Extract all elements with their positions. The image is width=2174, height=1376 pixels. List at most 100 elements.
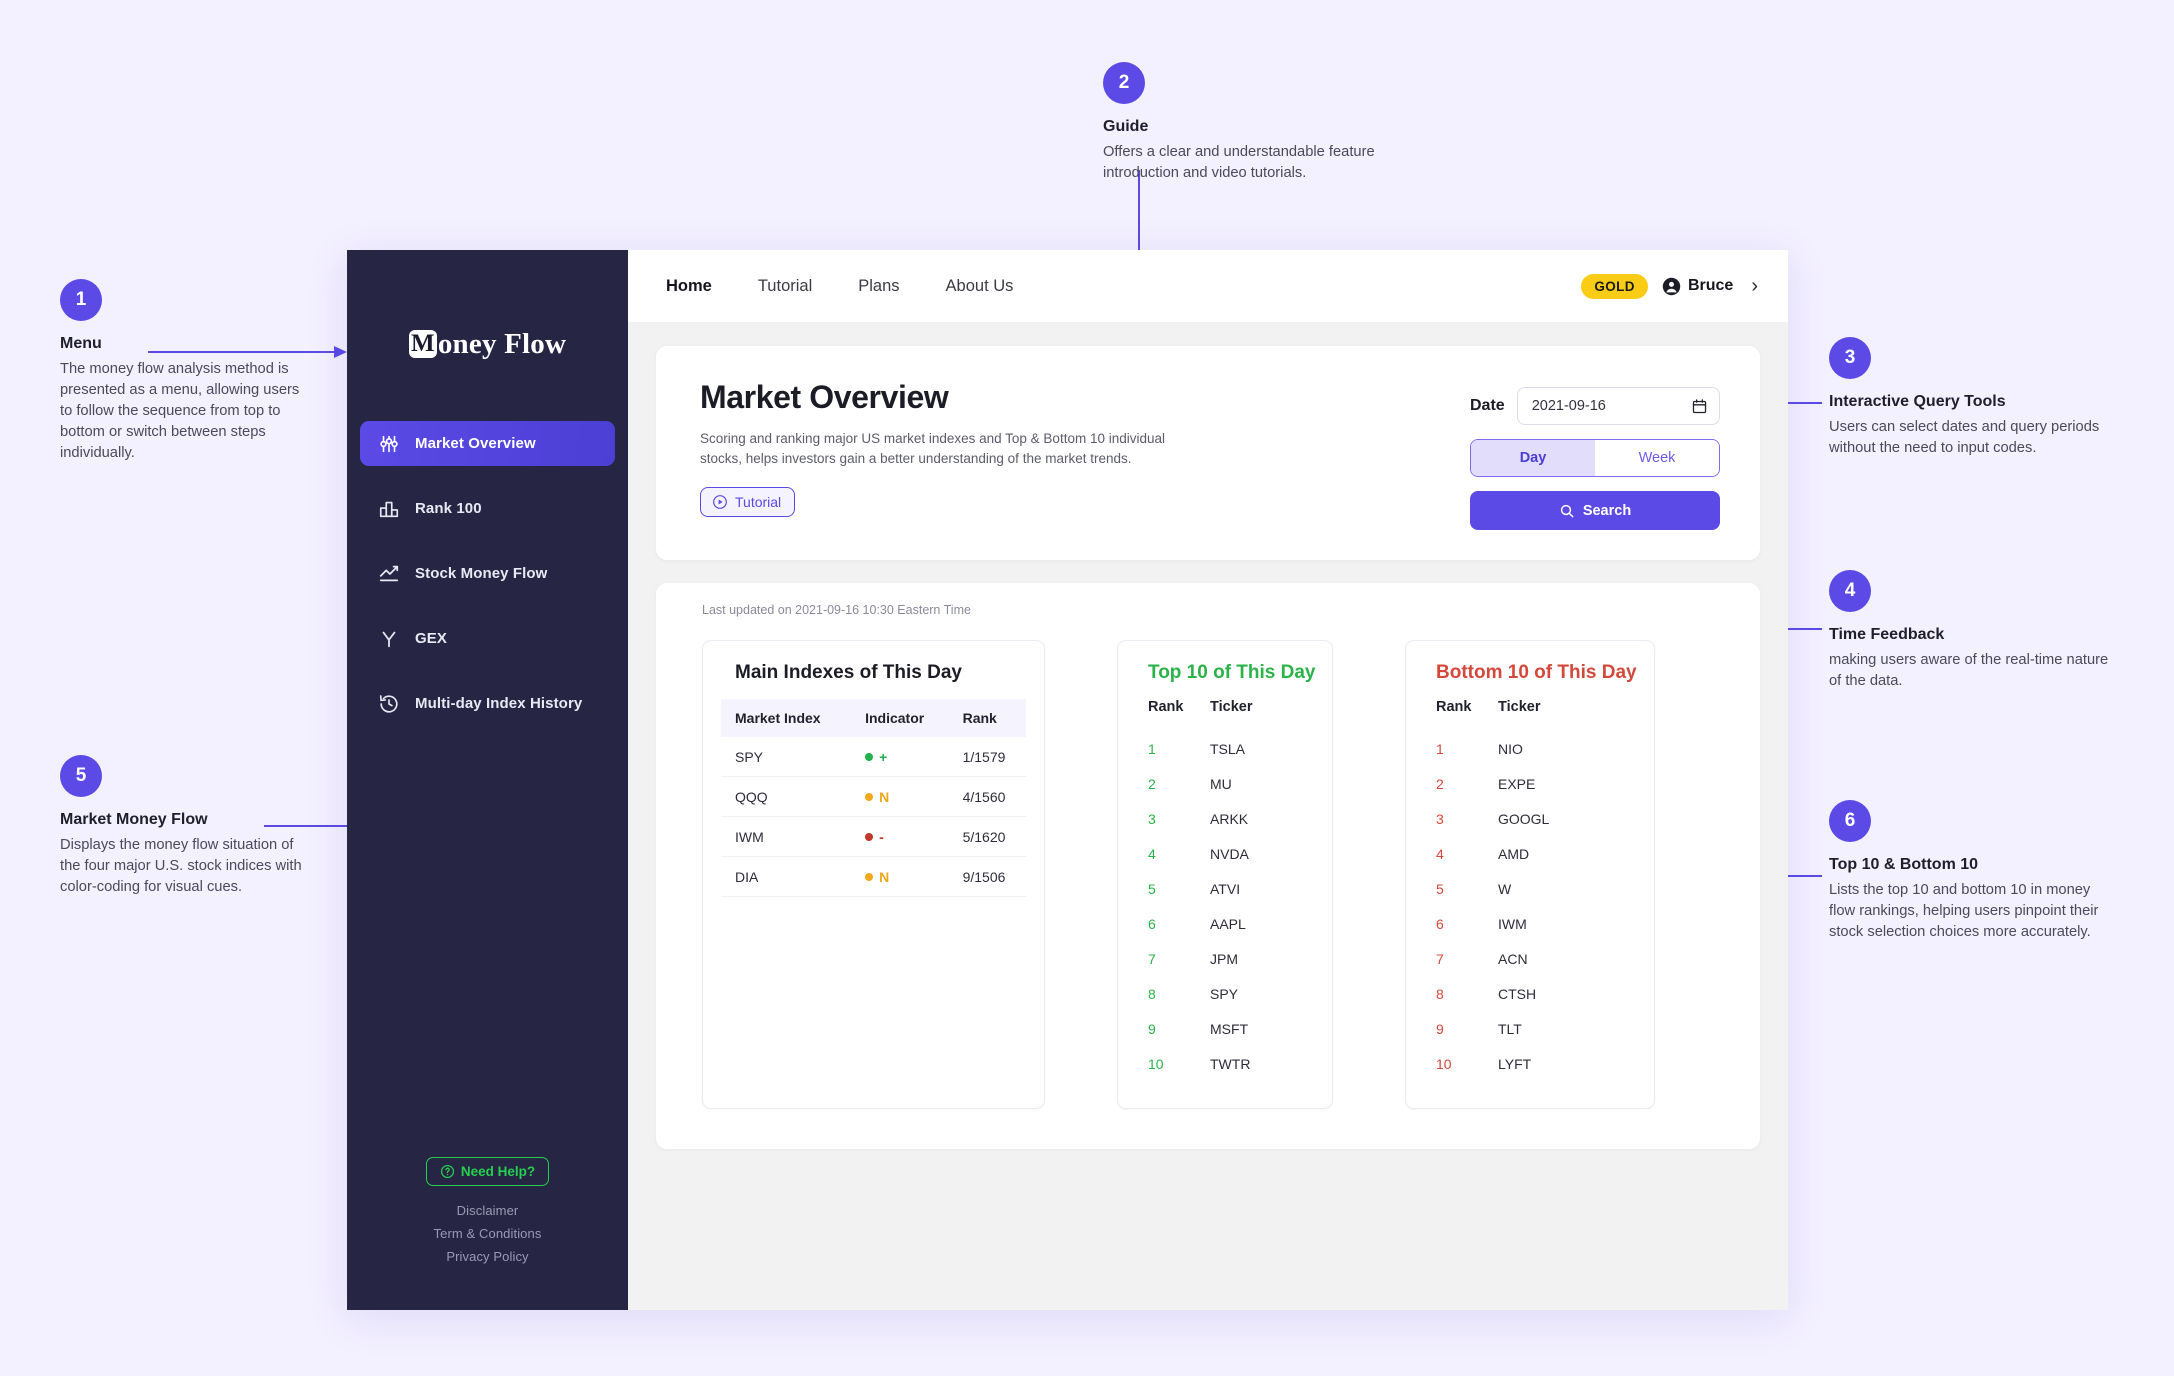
col-rank: Rank — [948, 699, 1026, 737]
sidebar: Money Flow Market Overview Rank 100 Stoc… — [347, 250, 628, 1310]
sidebar-link-terms[interactable]: Term & Conditions — [434, 1226, 542, 1241]
table-row[interactable]: 9 MSFT — [1134, 1011, 1316, 1046]
annotation-body: Offers a clear and understandable featur… — [1103, 144, 1375, 181]
table-row[interactable]: 1 NIO — [1422, 731, 1638, 766]
table-row[interactable]: 10 TWTR — [1134, 1046, 1316, 1081]
chevron-right-icon[interactable]: › — [1751, 276, 1758, 296]
annotation-badge: 3 — [1829, 337, 1871, 379]
table-row[interactable]: 6 AAPL — [1134, 906, 1316, 941]
cell-rank: 6 — [1436, 915, 1444, 932]
table-row[interactable]: IWM -5/1620 — [721, 816, 1026, 857]
top10-body: 1 TSLA 2 MU 3 ARKK 4 NVDA 5 ATVI 6 AAPL 7 JPM 8 SPY 9 MSF… — [1134, 731, 1316, 1081]
user-menu[interactable]: Bruce — [1662, 277, 1733, 296]
sidebar-footer: Need Help? Disclaimer Term & Conditions … — [347, 1157, 628, 1272]
table-row[interactable]: QQQ N 4/1560 — [721, 776, 1026, 817]
table-row[interactable]: 6 IWM — [1422, 906, 1638, 941]
annotation-title: Market Money Flow — [60, 811, 208, 828]
table-row[interactable]: 10 LYFT — [1422, 1046, 1638, 1081]
cell-ticker: W — [1498, 880, 1512, 897]
table-row[interactable]: DIA N 9/1506 — [721, 856, 1026, 897]
cell-rank: 3 — [1436, 810, 1444, 827]
table-row[interactable]: 3 GOOGL — [1422, 801, 1638, 836]
sidebar-label: GEX — [415, 630, 447, 647]
col-rank: Rank — [1148, 699, 1184, 715]
cell-market-index: SPY — [721, 737, 852, 777]
logo-text: oney Flow — [437, 327, 567, 360]
top10-panel: Top 10 of This Day Rank Ticker 1 TSLA 2 MU 3… — [1117, 640, 1333, 1109]
table-row[interactable]: 7 JPM — [1134, 941, 1316, 976]
annotation-badge: 5 — [60, 755, 102, 797]
date-input[interactable]: 2021-09-16 — [1516, 387, 1720, 425]
need-help-button[interactable]: Need Help? — [425, 1157, 550, 1186]
cell-rank: 9 — [1436, 1020, 1444, 1037]
sliders-icon — [377, 432, 400, 455]
sidebar-label: Market Overview — [415, 435, 536, 452]
main-indexes-title: Main Indexes of This Day — [735, 662, 962, 683]
table-row[interactable]: 8 SPY — [1134, 976, 1316, 1011]
date-label: Date — [1470, 397, 1505, 414]
annotation-body: Lists the top 10 and bottom 10 in money … — [1829, 882, 2099, 940]
col-ticker: Ticker — [1210, 699, 1253, 715]
cell-rank: 1/1579 — [948, 737, 1026, 777]
cell-rank: 6 — [1148, 915, 1156, 932]
search-button[interactable]: Search — [1470, 491, 1720, 530]
col-market-index: Market Index — [721, 699, 852, 737]
table-row[interactable]: 1 TSLA — [1134, 731, 1316, 766]
table-row[interactable]: SPY +1/1579 — [721, 737, 1026, 777]
cell-ticker: IWM — [1498, 915, 1527, 932]
table-row[interactable]: 5W — [1422, 871, 1638, 906]
overview-card: Market Overview Scoring and ranking majo… — [656, 346, 1760, 560]
status-dot — [865, 793, 874, 801]
tab-plans[interactable]: Plans — [858, 277, 899, 296]
annotation-title: Top 10 & Bottom 10 — [1829, 856, 1979, 873]
cell-ticker: AAPL — [1210, 915, 1246, 932]
plan-badge[interactable]: GOLD — [1581, 273, 1648, 299]
bottom10-panel: Bottom 10 of This Day Rank Ticker 1 NIO 2 E… — [1405, 640, 1655, 1109]
cell-rank: 3 — [1148, 810, 1156, 827]
cell-indicator: N — [851, 776, 949, 817]
table-header-row: Rank Ticker — [1422, 699, 1638, 731]
sidebar-item-multi-day-index-history[interactable]: Multi-day Index History — [360, 681, 615, 726]
period-option-week[interactable]: Week — [1595, 440, 1719, 476]
tab-tutorial[interactable]: Tutorial — [758, 277, 812, 296]
sidebar-item-market-overview[interactable]: Market Overview — [360, 421, 615, 466]
table-row[interactable]: 2 EXPE — [1422, 766, 1638, 801]
table-row[interactable]: 2 MU — [1134, 766, 1316, 801]
table-row[interactable]: 5 ATVI — [1134, 871, 1316, 906]
sidebar-item-stock-money-flow[interactable]: Stock Money Flow — [360, 551, 615, 596]
table-row[interactable]: 4 NVDA — [1134, 836, 1316, 871]
cell-rank: 4/1560 — [948, 776, 1026, 817]
cell-rank: 2 — [1436, 775, 1444, 792]
cell-rank: 5 — [1148, 880, 1156, 897]
annotation-2: 2 Guide Offers a clear and understandabl… — [1103, 62, 1393, 184]
gamma-icon — [377, 627, 400, 650]
sidebar-item-rank-100[interactable]: Rank 100 — [360, 486, 615, 531]
table-row[interactable]: 7 ACN — [1422, 941, 1638, 976]
sidebar-item-gex[interactable]: GEX — [360, 616, 615, 661]
cell-indicator: - — [851, 816, 949, 857]
cell-market-index: DIA — [721, 856, 852, 897]
bottom10-title: Bottom 10 of This Day — [1436, 662, 1637, 683]
cell-rank: 7 — [1436, 950, 1444, 967]
table-row[interactable]: 3 ARKK — [1134, 801, 1316, 836]
overview-left: Market Overview Scoring and ranking majo… — [700, 379, 1470, 530]
status-dot — [865, 753, 874, 761]
tab-home[interactable]: Home — [666, 277, 712, 296]
avatar-icon — [1662, 277, 1681, 295]
table-row[interactable]: 4 AMD — [1422, 836, 1638, 871]
app-logo[interactable]: Money Flow — [347, 323, 628, 365]
table-row[interactable]: 8 CTSH — [1422, 976, 1638, 1011]
sidebar-link-disclaimer[interactable]: Disclaimer — [457, 1203, 519, 1218]
sidebar-link-privacy[interactable]: Privacy Policy — [446, 1249, 528, 1264]
tutorial-button[interactable]: Tutorial — [700, 487, 796, 518]
annotated-screenshot: Money Flow Market Overview Rank 100 Stoc… — [0, 0, 2174, 1376]
last-updated-text: Last updated on 2021-09-16 10:30 Eastern… — [702, 603, 971, 617]
annotation-badge: 2 — [1103, 62, 1145, 104]
main-area: Home Tutorial Plans About Us GOLD Bruce … — [628, 250, 1788, 1310]
annotation-4: 4 Time Feedback making users aware of th… — [1829, 570, 2119, 692]
period-option-day[interactable]: Day — [1471, 440, 1595, 476]
search-icon — [1560, 504, 1574, 517]
date-row: Date 2021-09-16 — [1470, 387, 1720, 425]
tab-about-us[interactable]: About Us — [946, 277, 1014, 296]
table-row[interactable]: 9 TLT — [1422, 1011, 1638, 1046]
